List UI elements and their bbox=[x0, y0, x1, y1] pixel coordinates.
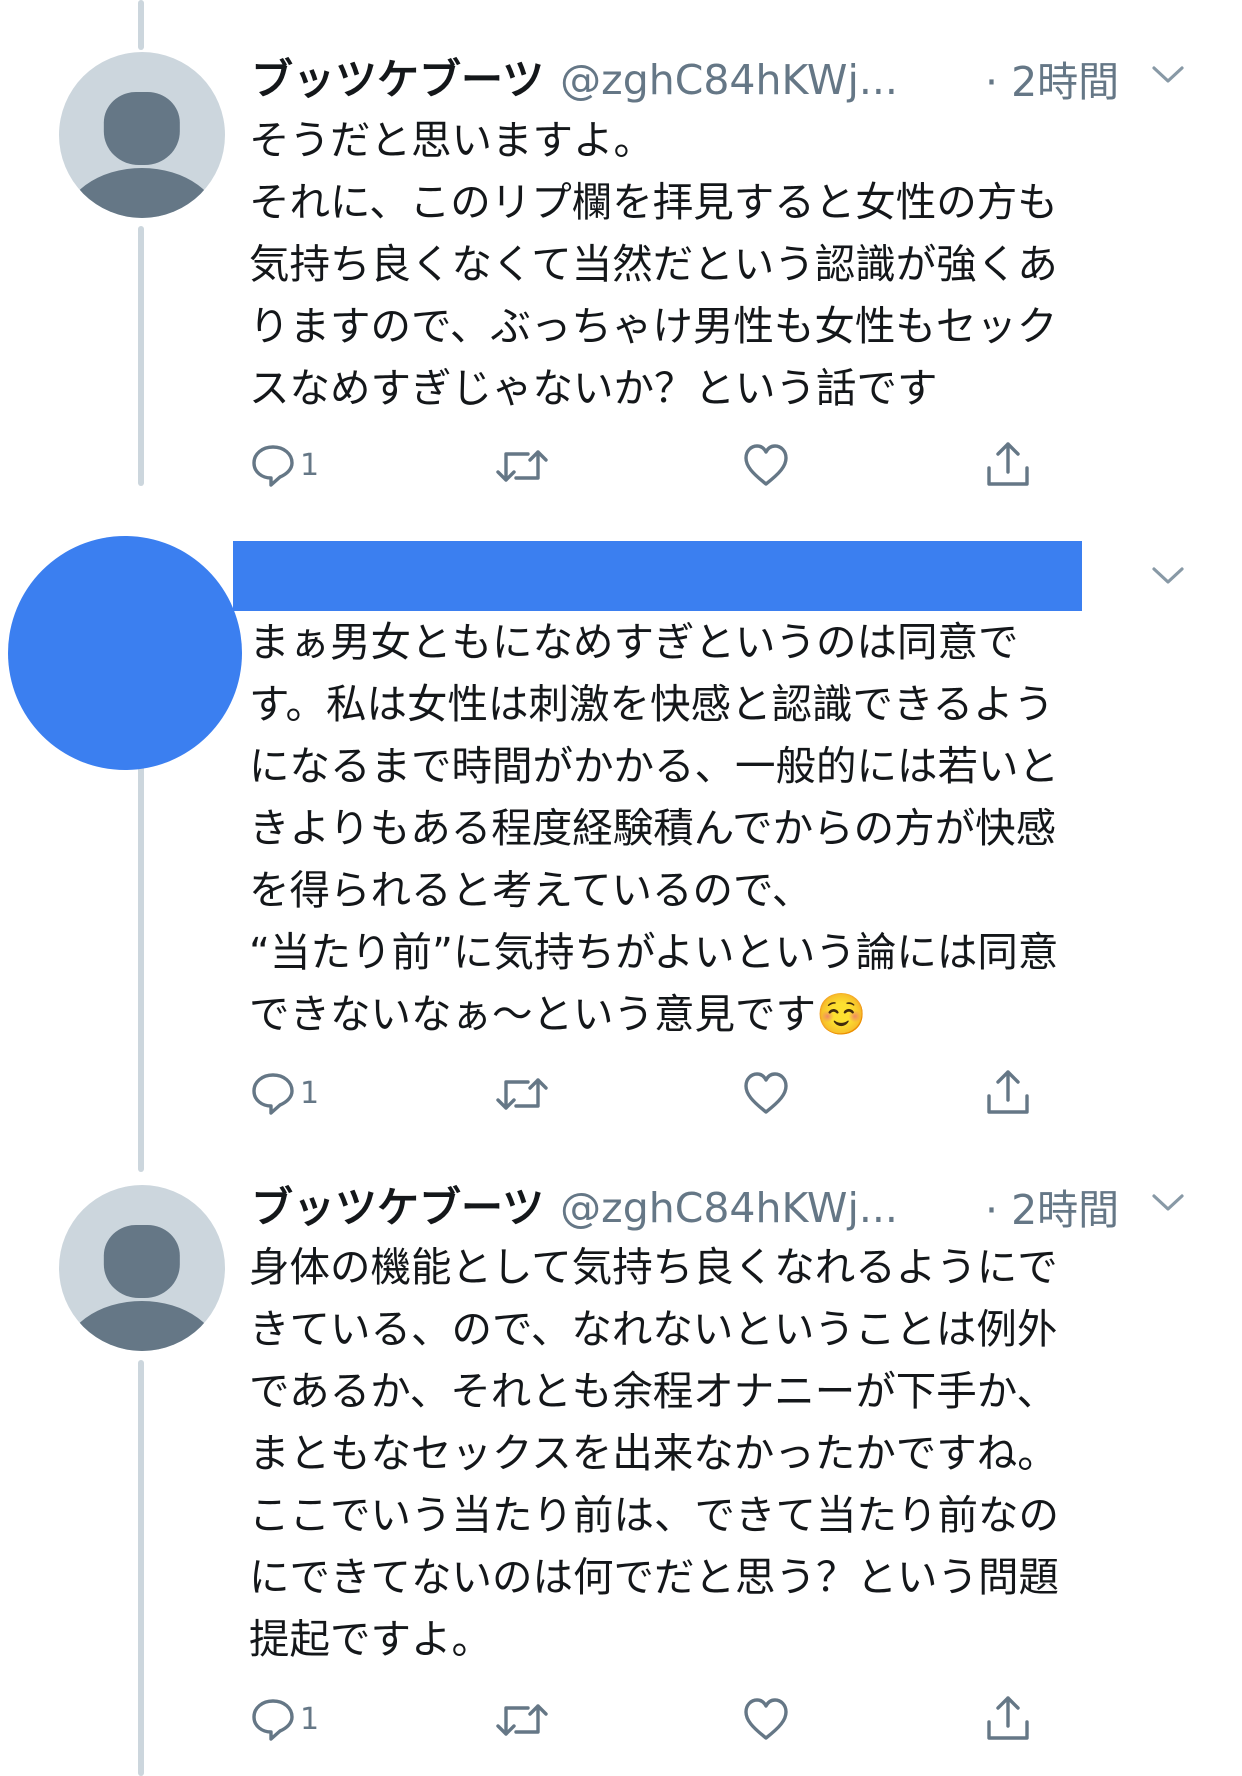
like-button[interactable] bbox=[742, 1696, 790, 1742]
user-handle[interactable]: @zghC84hKWj... bbox=[560, 1184, 898, 1232]
share-button[interactable] bbox=[985, 1694, 1031, 1742]
tweet-text: そうだと思いますよ。 それに、このリプ欄を拝見すると女性の方も 気持ち良くなくて… bbox=[249, 116, 1058, 412]
reply-count: 1 bbox=[300, 1075, 320, 1111]
reply-count: 1 bbox=[300, 447, 320, 483]
retweet-button[interactable] bbox=[494, 1072, 550, 1116]
like-button[interactable] bbox=[742, 1070, 790, 1116]
tweet-text: 身体の機能として気持ち良くなれるようにで きている、ので、なれないということは例… bbox=[249, 1243, 1059, 1663]
chevron-down-icon[interactable] bbox=[1151, 565, 1185, 587]
default-avatar-icon[interactable] bbox=[59, 1185, 225, 1351]
reply-count: 1 bbox=[300, 1701, 320, 1737]
thread-line bbox=[138, 760, 144, 1172]
like-icon bbox=[744, 1072, 788, 1114]
timestamp[interactable]: · 2時間 bbox=[985, 1176, 1119, 1236]
display-name[interactable]: ブッツケブーツ bbox=[251, 46, 544, 107]
redacted-user-info bbox=[233, 541, 1082, 611]
share-icon bbox=[987, 442, 1029, 486]
share-icon bbox=[987, 1070, 1029, 1114]
user-handle[interactable]: @zghC84hKWj... bbox=[560, 56, 898, 104]
retweet-icon bbox=[496, 450, 548, 482]
retweet-icon bbox=[496, 1704, 548, 1736]
reply-icon bbox=[252, 1073, 294, 1115]
like-icon bbox=[744, 444, 788, 486]
reply-button[interactable]: 1 bbox=[250, 1070, 319, 1116]
tweet-text: まぁ男女ともになめすぎというのは同意で す。私は女性は刺激を快感と認識できるよう… bbox=[249, 618, 1059, 1038]
retweet-icon bbox=[496, 1078, 548, 1110]
thread-line bbox=[138, 226, 144, 486]
reply-icon bbox=[252, 445, 294, 487]
chevron-down-icon[interactable] bbox=[1151, 64, 1185, 86]
share-icon bbox=[987, 1696, 1029, 1740]
like-button[interactable] bbox=[742, 442, 790, 488]
chevron-down-icon[interactable] bbox=[1151, 1192, 1185, 1214]
avatar[interactable] bbox=[8, 536, 242, 770]
thread-line bbox=[138, 0, 144, 50]
retweet-button[interactable] bbox=[494, 444, 550, 488]
share-button[interactable] bbox=[985, 1068, 1031, 1116]
display-name[interactable]: ブッツケブーツ bbox=[251, 1174, 544, 1235]
thread-line bbox=[138, 1360, 144, 1776]
timestamp[interactable]: · 2時間 bbox=[985, 48, 1119, 108]
reply-icon bbox=[252, 1699, 294, 1741]
reply-button[interactable]: 1 bbox=[250, 1696, 319, 1742]
like-icon bbox=[744, 1698, 788, 1740]
default-avatar-icon[interactable] bbox=[59, 52, 225, 218]
retweet-button[interactable] bbox=[494, 1698, 550, 1742]
share-button[interactable] bbox=[985, 440, 1031, 488]
reply-button[interactable]: 1 bbox=[250, 442, 319, 488]
